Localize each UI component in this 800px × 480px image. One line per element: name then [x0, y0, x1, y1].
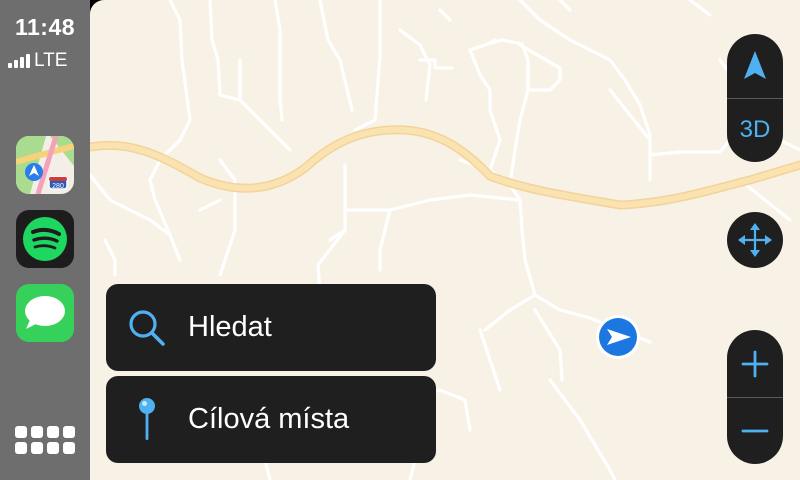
search-icon	[106, 307, 188, 349]
network-type: LTE	[34, 50, 68, 71]
search-button[interactable]: Hledat	[106, 284, 436, 371]
spotify-app-icon[interactable]	[16, 210, 74, 268]
carplay-sidebar: 11:48 LTE 280	[0, 0, 90, 480]
search-label: Hledat	[188, 311, 272, 343]
zoom-out-button[interactable]	[727, 397, 783, 464]
interstate-shield-label: 280	[52, 183, 64, 190]
zoom-controls	[727, 330, 783, 464]
signal-bars-icon	[8, 54, 30, 68]
zoom-in-button[interactable]	[727, 330, 783, 397]
current-location-icon	[594, 313, 642, 361]
maps-app-icon[interactable]: 280	[16, 136, 74, 194]
map-view-controls: 3D	[727, 34, 783, 162]
pan-arrows-icon[interactable]	[727, 212, 783, 268]
messages-app-icon[interactable]	[16, 284, 74, 342]
app-grid-icon[interactable]	[14, 424, 76, 456]
status-time: 11:48	[14, 14, 76, 40]
plus-icon	[741, 350, 769, 377]
pin-icon	[106, 396, 188, 444]
cellular-status: LTE	[8, 50, 67, 72]
destinations-label: Cílová místa	[188, 403, 350, 435]
compass-north-icon[interactable]	[727, 34, 783, 98]
minus-icon	[741, 429, 769, 432]
3d-view-button[interactable]: 3D	[727, 98, 783, 162]
destinations-button[interactable]: Cílová místa	[106, 376, 436, 463]
